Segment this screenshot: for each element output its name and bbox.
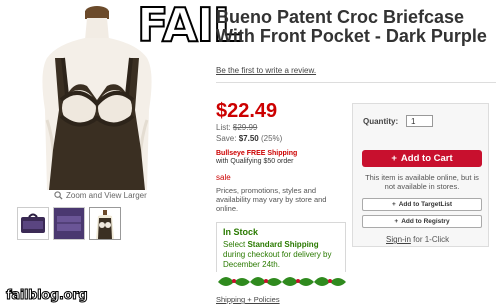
list-price: List: $29.99 <box>216 123 257 132</box>
sale-price: $22.49 <box>216 100 278 122</box>
plus-icon: + <box>394 218 399 225</box>
stock-text-pre: Select <box>223 240 246 249</box>
add-to-cart-label: Add to Cart <box>400 153 453 164</box>
savings: Save: $7.50 (25%) <box>216 134 282 143</box>
zoom-label: Zoom and View Larger <box>66 191 147 200</box>
add-to-targetlist-label: Add to TargetList <box>398 201 453 208</box>
divider <box>216 82 496 83</box>
holly-border <box>216 272 346 290</box>
sign-in-link[interactable]: Sign-in <box>386 235 411 244</box>
write-review-link[interactable]: Be the first to write a review. <box>216 66 316 75</box>
failblog-watermark: failblog.org <box>5 288 88 304</box>
add-to-cart-button[interactable]: + Add to Cart <box>362 150 482 167</box>
stock-text-post: during checkout for delivery by December… <box>223 250 332 269</box>
magnifier-icon <box>54 191 63 200</box>
sign-in-suffix: for 1-Click <box>413 235 450 244</box>
zoom-link[interactable]: Zoom and View Larger <box>54 191 147 200</box>
bullseye-line-1: Bullseye FREE Shipping <box>216 150 298 157</box>
thumbnail-strip <box>17 207 121 240</box>
thumbnail-briefcase-2[interactable] <box>53 207 85 240</box>
buy-box: Quantity: + Add to Cart This item is ava… <box>352 103 489 247</box>
plus-icon: + <box>391 153 397 164</box>
bullseye-shipping-promo[interactable]: Bullseye FREE Shipping with Qualifying $… <box>216 150 297 166</box>
stock-text-bold: Standard Shipping <box>247 240 319 249</box>
thumbnail-mannequin[interactable] <box>89 207 121 240</box>
bullseye-line-2: with Qualifying $50 order <box>216 158 294 165</box>
save-label: Save: <box>216 134 237 143</box>
plus-icon: + <box>391 201 396 208</box>
quantity-label: Quantity: <box>363 117 399 126</box>
holly-icon <box>216 272 346 290</box>
add-to-targetlist-button[interactable]: + Add to TargetList <box>362 198 482 211</box>
save-amount: $7.50 <box>238 134 259 143</box>
list-price-label: List: <box>216 123 231 132</box>
shipping-policies-link[interactable]: Shipping + Policies <box>216 295 280 304</box>
availability-note: This item is available online, but is no… <box>365 173 479 191</box>
add-to-registry-button[interactable]: + Add to Registry <box>362 215 482 228</box>
stock-text: Select Standard Shipping during checkout… <box>223 240 343 270</box>
save-percent: (25%) <box>260 134 283 143</box>
sale-tag: sale <box>216 173 231 182</box>
product-title: Bueno Patent Croc Briefcase With Front P… <box>216 7 487 46</box>
one-click-signin: Sign-in for 1-Click <box>386 235 449 244</box>
quantity-input[interactable] <box>406 115 433 127</box>
add-to-registry-label: Add to Registry <box>401 218 450 225</box>
thumbnail-briefcase-1[interactable] <box>17 207 49 240</box>
list-price-value: $29.99 <box>232 123 258 132</box>
stock-heading: In Stock <box>223 227 259 237</box>
price-disclaimer: Prices, promotions, styles and availabil… <box>216 186 327 213</box>
